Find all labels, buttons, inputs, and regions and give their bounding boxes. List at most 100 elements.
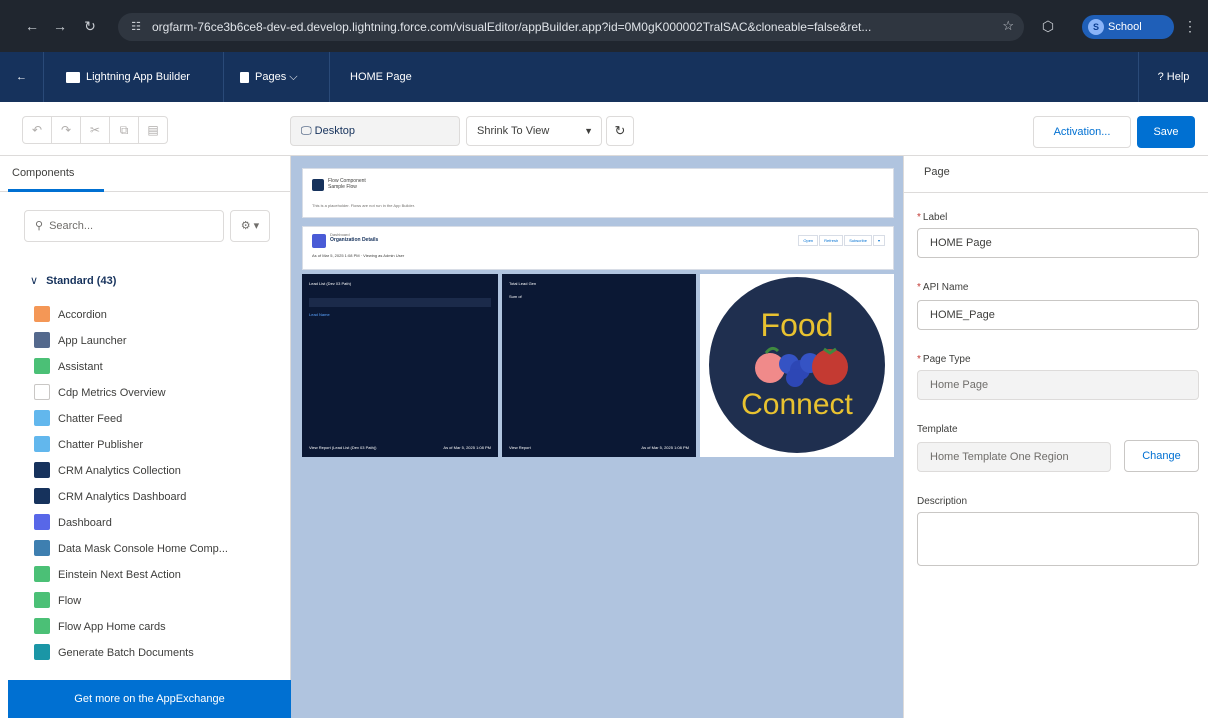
site-info-icon[interactable]: ☷: [128, 19, 144, 35]
api-name-field-label: * API Name: [917, 282, 969, 293]
image-component[interactable]: Food Connect: [700, 274, 894, 457]
svg-text:Food: Food: [761, 307, 834, 343]
page-name: HOME Page: [350, 71, 412, 83]
back-button[interactable]: ←: [0, 52, 44, 102]
more-button[interactable]: ▾: [872, 235, 885, 246]
component-label: App Launcher: [58, 335, 127, 347]
page-type-field: Home Page: [917, 370, 1199, 400]
section-standard[interactable]: ∨ Standard (43): [30, 274, 116, 287]
open-button[interactable]: Open: [798, 235, 819, 246]
active-tab-indicator: [8, 189, 104, 192]
component-label: CRM Analytics Dashboard: [58, 491, 187, 503]
subscribe-button[interactable]: Subscribe: [844, 235, 872, 246]
reload-icon[interactable]: ↻: [80, 16, 100, 36]
description-field-label: Description: [917, 496, 968, 507]
svg-text:Connect: Connect: [741, 388, 853, 421]
undo-icon[interactable]: ↶: [23, 117, 52, 143]
appexchange-link[interactable]: Get more on the AppExchange: [8, 680, 291, 718]
component-item[interactable]: Flow: [34, 592, 81, 612]
component-item[interactable]: CRM Analytics Dashboard: [34, 488, 186, 508]
profile-button[interactable]: S School: [1082, 15, 1174, 39]
api-name-input[interactable]: HOME_Page: [917, 300, 1199, 330]
tab-components[interactable]: Components: [0, 156, 291, 192]
label-input[interactable]: HOME Page: [917, 228, 1199, 258]
activation-button[interactable]: Activation...: [1033, 116, 1131, 148]
component-label: Flow: [58, 595, 82, 607]
component-item[interactable]: Flow App Home cards: [34, 618, 166, 638]
component-icon: [34, 358, 50, 375]
component-item[interactable]: Assistant: [34, 358, 103, 378]
settings-dropdown[interactable]: ⚙ ▾: [230, 210, 270, 242]
pages-menu[interactable]: Pages ⌵: [224, 52, 330, 102]
cut-icon[interactable]: ✂: [81, 117, 110, 143]
paste-icon[interactable]: ▤: [139, 117, 167, 143]
dashboard-icon: [312, 234, 326, 248]
component-label: Assistant: [58, 361, 103, 373]
dashboard-panel-total-lead-gen[interactable]: Total Lead Gen Sum of View Report As of …: [502, 274, 696, 457]
address-bar[interactable]: ☷ orgfarm-76ce3b6ce8-dev-ed.develop.ligh…: [118, 13, 1024, 41]
component-label: Cdp Metrics Overview: [58, 387, 166, 399]
component-icon: [34, 306, 50, 323]
component-icon: [34, 592, 50, 609]
browser-menu-icon[interactable]: ⋮: [1180, 16, 1200, 36]
forward-arrow-icon[interactable]: →: [50, 16, 70, 36]
help-link[interactable]: ? Help: [1138, 52, 1208, 102]
panel-title: Page: [924, 166, 950, 178]
component-item[interactable]: Accordion: [34, 306, 107, 326]
template-field: Home Template One Region: [917, 442, 1111, 472]
device-selector[interactable]: 🖵 Desktop: [290, 116, 460, 146]
flow-component-card[interactable]: Flow Component Sample Flow This is a plac…: [302, 168, 894, 218]
component-item[interactable]: CRM Analytics Collection: [34, 462, 181, 482]
app-builder-icon: [66, 71, 80, 83]
dashboard-card[interactable]: Dashboard Organization Details As of Mar…: [302, 226, 894, 270]
component-item[interactable]: Chatter Publisher: [34, 436, 143, 456]
component-icon: [34, 488, 50, 505]
description-textarea[interactable]: [917, 512, 1199, 566]
component-label: Chatter Feed: [58, 413, 123, 425]
component-item[interactable]: Dashboard: [34, 514, 112, 534]
bookmark-star-icon[interactable]: ☆: [1002, 18, 1014, 34]
component-icon: [34, 644, 50, 661]
back-arrow-icon: ←: [16, 71, 27, 83]
back-arrow-icon[interactable]: ←: [22, 16, 42, 36]
component-item[interactable]: Chatter Feed: [34, 410, 122, 430]
component-icon: [34, 566, 50, 583]
component-label: Dashboard: [58, 517, 112, 529]
component-item[interactable]: Einstein Next Best Action: [34, 566, 181, 586]
extensions-icon[interactable]: ⬡: [1038, 16, 1058, 36]
refresh-button[interactable]: Refresh: [819, 235, 844, 246]
component-item[interactable]: Generate Batch Documents: [34, 644, 194, 664]
caret-down-icon: ▼: [584, 126, 593, 136]
redo-icon[interactable]: ↷: [52, 117, 81, 143]
refresh-icon[interactable]: ↻: [606, 116, 634, 146]
zoom-select[interactable]: Shrink To View ▼: [466, 116, 602, 146]
component-item[interactable]: Cdp Metrics Overview: [34, 384, 166, 404]
page-canvas[interactable]: Flow Component Sample Flow This is a plac…: [291, 156, 903, 718]
desktop-icon: 🖵: [301, 125, 312, 137]
copy-icon[interactable]: ⧉: [110, 117, 139, 143]
component-label: Einstein Next Best Action: [58, 569, 181, 581]
app-builder-title: Lightning App Builder: [44, 52, 224, 102]
components-panel: Components ⚲ Search... ⚙ ▾ ∨ Standard (43)…: [0, 156, 291, 718]
food-connect-logo: Food Connect: [709, 277, 885, 453]
table-header: [309, 298, 491, 307]
component-icon: [34, 384, 50, 401]
save-button[interactable]: Save: [1137, 116, 1195, 148]
edit-button-group: ↶ ↷ ✂ ⧉ ▤: [22, 116, 168, 144]
component-item[interactable]: Data Mask Console Home Comp...: [34, 540, 228, 560]
component-item[interactable]: App Launcher: [34, 332, 127, 352]
toolbar: ↶ ↷ ✂ ⧉ ▤ 🖵 Desktop Shrink To View ▼ ↻ Ac…: [0, 102, 1208, 156]
chevron-down-icon: ∨: [30, 275, 39, 287]
dashboard-panel-lead-list[interactable]: Lead List (Dev 03 Path) Lead Name View R…: [302, 274, 498, 457]
component-icon: [34, 540, 50, 557]
template-field-label: Template: [917, 424, 958, 435]
url-text[interactable]: orgfarm-76ce3b6ce8-dev-ed.develop.lightn…: [152, 19, 982, 35]
component-icon: [34, 462, 50, 479]
component-label: CRM Analytics Collection: [58, 465, 181, 477]
search-icon: ⚲: [35, 220, 44, 232]
profile-label: School: [1108, 21, 1142, 33]
change-template-button[interactable]: Change: [1124, 440, 1199, 472]
component-icon: [34, 618, 50, 635]
search-input[interactable]: ⚲ Search...: [24, 210, 224, 242]
browser-chrome: ← → ↻ ☷ orgfarm-76ce3b6ce8-dev-ed.develo…: [0, 0, 1208, 52]
